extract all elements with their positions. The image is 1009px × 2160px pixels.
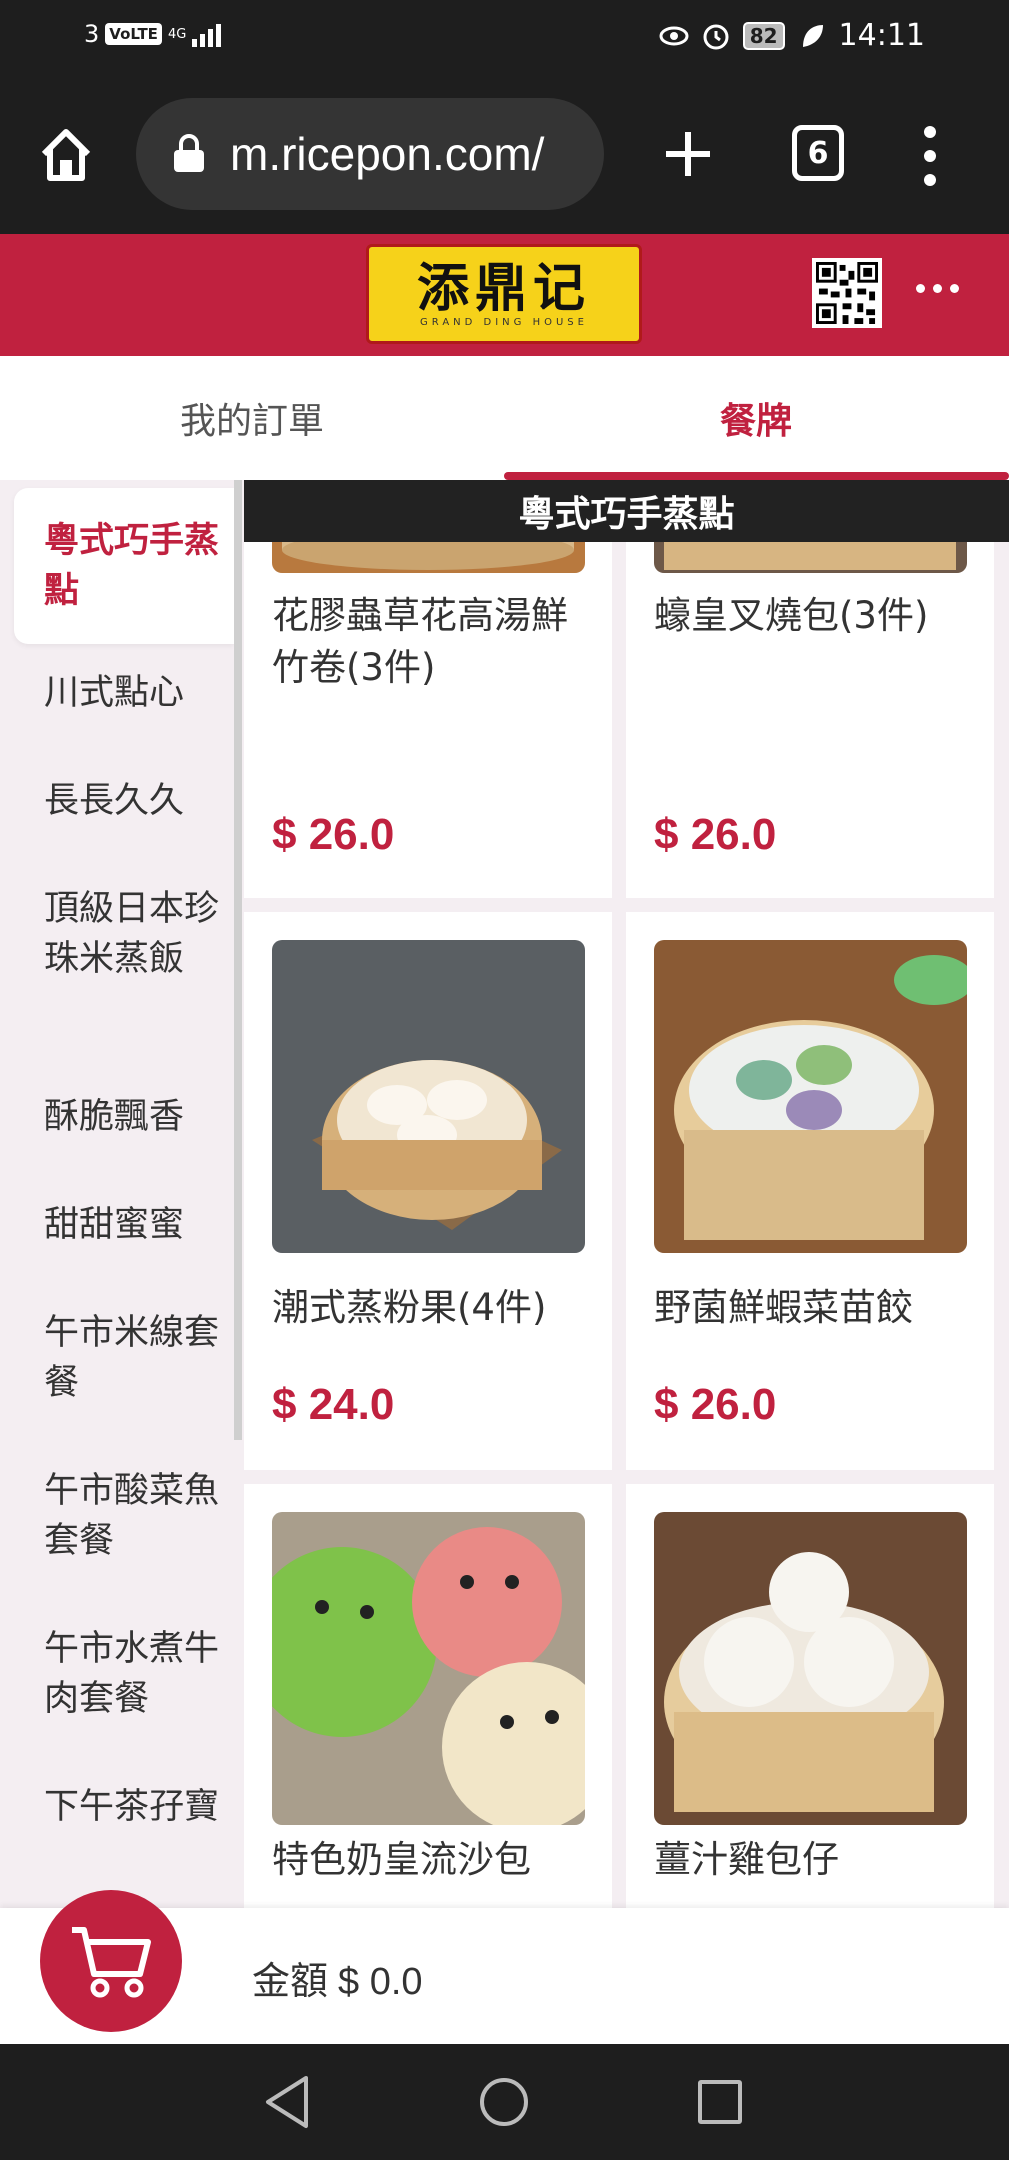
product-card[interactable]: 特色奶皇流沙包 — [244, 1484, 612, 1908]
new-tab-icon[interactable] — [662, 128, 714, 180]
volte-badge: VoLTE — [105, 23, 162, 45]
tab-switcher-button[interactable]: 6 — [792, 125, 844, 181]
tab-menu[interactable]: 餐牌 — [504, 356, 1008, 480]
logo-text: 添鼎记 — [416, 257, 591, 319]
status-left: 3 VoLTE 4G — [84, 20, 222, 48]
home-icon[interactable] — [36, 124, 96, 184]
product-name: 野菌鮮蝦菜苗餃 — [654, 1286, 913, 1329]
product-price: $ 26.0 — [654, 810, 777, 859]
product-name: 特色奶皇流沙包 — [272, 1838, 531, 1881]
sidebar-item-lunch-beef[interactable]: 午市水煮牛肉套餐 — [14, 1624, 234, 1724]
sidebar-item-sichuan-dimsum[interactable]: 川式點心 — [14, 668, 234, 718]
leaf-icon — [802, 24, 823, 47]
eye-icon — [659, 26, 689, 45]
browser-toolbar: m.ricepon.com/ 6 — [0, 80, 1009, 234]
recent-apps-icon[interactable] — [698, 2080, 742, 2124]
product-card[interactable]: 蠔皇叉燒包(3件) $ 26.0 — [626, 480, 994, 898]
product-card[interactable]: 潮式蒸粉果(4件) $ 24.0 — [244, 912, 612, 1470]
product-card[interactable]: 薑汁雞包仔 — [626, 1484, 994, 1908]
active-tab-indicator — [504, 472, 1009, 480]
sidebar-item-lunch-noodle[interactable]: 午市米線套餐 — [14, 1308, 234, 1408]
cart-total: 金額 $ 0.0 — [252, 1950, 423, 2005]
address-bar[interactable]: m.ricepon.com/ — [136, 98, 604, 210]
network-type: 4G — [167, 26, 187, 42]
total-label: 金額 — [252, 1959, 329, 2003]
cart-icon — [72, 1927, 151, 1998]
more-options-icon[interactable] — [916, 284, 959, 293]
browser-menu-icon[interactable] — [918, 126, 942, 186]
restaurant-logo: 添鼎记 GRAND DING HOUSE — [366, 244, 642, 344]
product-image — [272, 1512, 585, 1825]
product-image — [654, 1512, 967, 1825]
product-card[interactable]: 花膠蟲草花高湯鮮竹卷(3件) $ 26.0 — [244, 480, 612, 898]
lock-icon — [174, 134, 204, 172]
category-sidebar: 粵式巧手蒸點 川式點心 長長久久 頂級日本珍珠米蒸飯 酥脆飄香 甜甜蜜蜜 午市米… — [0, 480, 236, 1908]
tab-bar: 我的訂單 餐牌 — [0, 356, 1009, 480]
product-image — [654, 940, 967, 1253]
product-name: 薑汁雞包仔 — [654, 1838, 839, 1881]
home-nav-icon[interactable] — [480, 2078, 528, 2126]
cart-button[interactable] — [40, 1890, 182, 2032]
alarm-icon — [703, 24, 729, 49]
product-name: 潮式蒸粉果(4件) — [272, 1286, 547, 1329]
product-name: 蠔皇叉燒包(3件) — [654, 594, 929, 637]
menu-content: 粵式巧手蒸點 川式點心 長長久久 頂級日本珍珠米蒸飯 酥脆飄香 甜甜蜜蜜 午市米… — [0, 480, 1009, 1908]
category-header: 粵式巧手蒸點 — [244, 480, 1009, 542]
clock: 14:11 — [838, 18, 925, 53]
sidebar-item-tea-set[interactable]: 下午茶孖寶 — [14, 1782, 234, 1832]
cart-bar: 金額 $ 0.0 — [0, 1890, 1009, 2044]
product-price: $ 26.0 — [654, 1380, 777, 1429]
product-price: $ 26.0 — [272, 810, 395, 859]
url-text: m.ricepon.com/ — [230, 128, 545, 180]
status-right: 82 14:11 — [659, 18, 925, 53]
battery-indicator: 82 — [742, 21, 785, 50]
product-image — [272, 940, 585, 1253]
sidebar-item-longevity[interactable]: 長長久久 — [14, 776, 234, 826]
sidebar-scrollbar[interactable] — [234, 480, 242, 1440]
system-nav-bar — [0, 2044, 1009, 2160]
sidebar-item-cantonese-dimsum[interactable]: 粵式巧手蒸點 — [14, 488, 234, 644]
sidebar-item-crispy[interactable]: 酥脆飄香 — [14, 1092, 234, 1142]
total-amount: $ 0.0 — [338, 1961, 423, 2003]
sidebar-item-lunch-fish[interactable]: 午市酸菜魚套餐 — [14, 1466, 234, 1566]
product-price: $ 24.0 — [272, 1380, 395, 1429]
product-name: 花膠蟲草花高湯鮮竹卷(3件) — [272, 594, 568, 689]
app-header: 添鼎记 GRAND DING HOUSE — [0, 234, 1009, 356]
product-card[interactable]: 野菌鮮蝦菜苗餃 $ 26.0 — [626, 912, 994, 1470]
sidebar-item-sweets[interactable]: 甜甜蜜蜜 — [14, 1200, 234, 1250]
logo-subtitle: GRAND DING HOUSE — [420, 316, 588, 328]
signal-icon — [192, 21, 222, 47]
status-bar: 3 VoLTE 4G 82 14:11 — [0, 0, 1009, 80]
sidebar-item-japanese-rice[interactable]: 頂級日本珍珠米蒸飯 — [14, 884, 234, 984]
back-icon[interactable] — [262, 2074, 312, 2130]
qr-code-icon[interactable] — [812, 258, 882, 328]
product-grid: 花膠蟲草花高湯鮮竹卷(3件) $ 26.0 蠔皇叉燒包(3件) $ 26.0 潮… — [244, 480, 1009, 1908]
sim-indicator: 3 — [84, 20, 100, 48]
tab-my-orders[interactable]: 我的訂單 — [0, 356, 504, 480]
